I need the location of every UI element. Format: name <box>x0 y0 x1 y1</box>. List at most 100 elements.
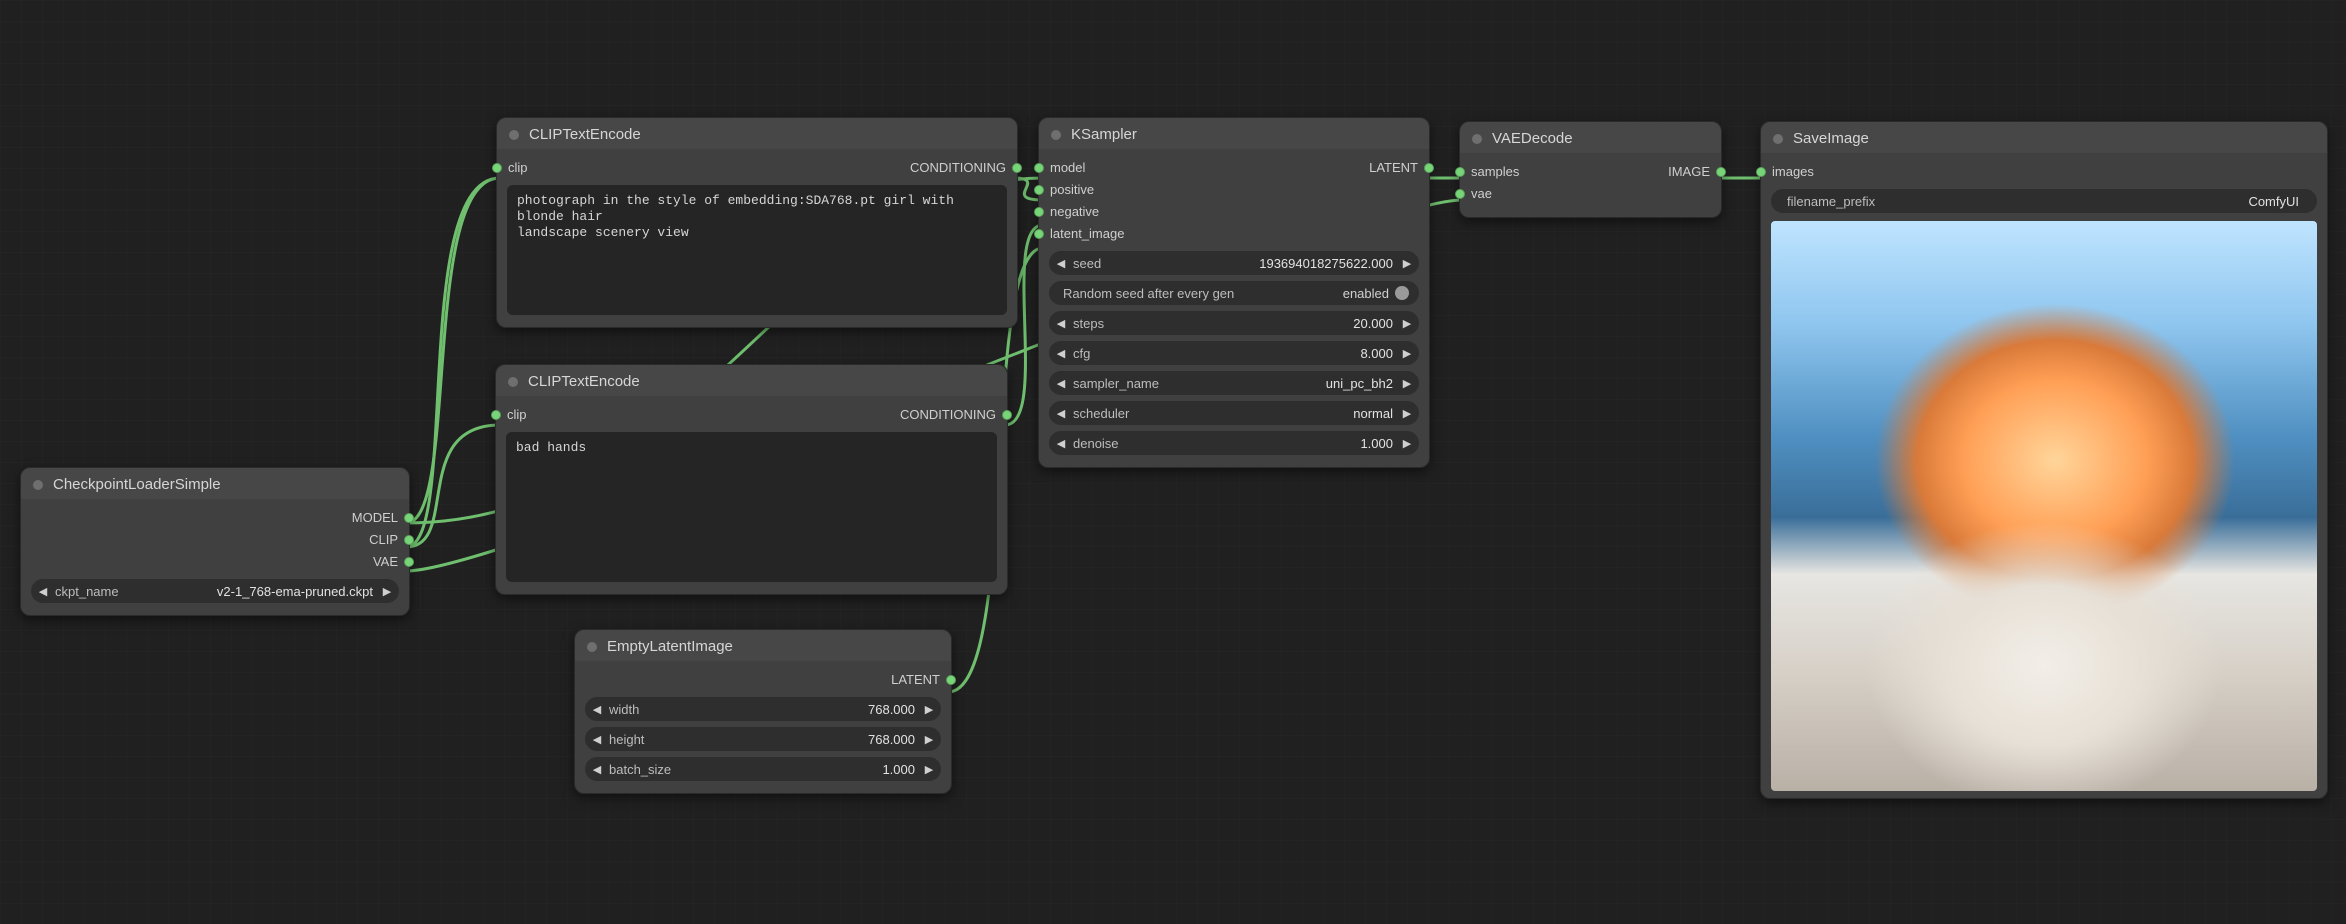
port-input-positive[interactable] <box>1034 185 1044 195</box>
chevron-left-icon[interactable]: ◀ <box>1053 317 1069 330</box>
node-header[interactable]: VAEDecode <box>1460 122 1721 153</box>
input-samples: samples <box>1471 161 1519 183</box>
port-output-vae[interactable] <box>404 557 414 567</box>
port-output-latent[interactable] <box>946 675 956 685</box>
chevron-right-icon[interactable]: ▶ <box>1399 347 1415 360</box>
node-header[interactable]: CLIPTextEncode <box>497 118 1017 149</box>
ckpt-name-value: v2-1_768-ema-pruned.ckpt <box>119 584 379 599</box>
node-title: CLIPTextEncode <box>529 126 641 143</box>
node-clip-text-encode-positive[interactable]: CLIPTextEncode clip CONDITIONING photogr… <box>496 117 1018 328</box>
output-image: IMAGE <box>1668 161 1710 183</box>
port-input-vae[interactable] <box>1455 189 1465 199</box>
chevron-right-icon[interactable]: ▶ <box>379 585 395 598</box>
output-conditioning: CONDITIONING <box>900 404 996 426</box>
port-input-images[interactable] <box>1756 167 1766 177</box>
random-seed-toggle[interactable]: Random seed after every gen enabled <box>1049 281 1419 305</box>
node-title: KSampler <box>1071 126 1137 143</box>
cfg-label: cfg <box>1069 346 1090 361</box>
chevron-left-icon[interactable]: ◀ <box>589 703 605 716</box>
collapse-dot-icon[interactable] <box>508 377 518 387</box>
scheduler-widget[interactable]: ◀ scheduler normal ▶ <box>1049 401 1419 425</box>
node-header[interactable]: KSampler <box>1039 118 1429 149</box>
output-vae: VAE <box>373 551 398 573</box>
chevron-left-icon[interactable]: ◀ <box>1053 407 1069 420</box>
node-vae-decode[interactable]: VAEDecode samples IMAGE vae <box>1459 121 1722 218</box>
sampler-name-value: uni_pc_bh2 <box>1159 376 1399 391</box>
chevron-right-icon[interactable]: ▶ <box>921 703 937 716</box>
collapse-dot-icon[interactable] <box>1472 134 1482 144</box>
port-input-samples[interactable] <box>1455 167 1465 177</box>
input-images: images <box>1772 161 1814 183</box>
node-checkpoint-loader-simple[interactable]: CheckpointLoaderSimple MODEL CLIP VAE ◀ … <box>20 467 410 616</box>
sampler-name-widget[interactable]: ◀ sampler_name uni_pc_bh2 ▶ <box>1049 371 1419 395</box>
ckpt-name-label: ckpt_name <box>51 584 119 599</box>
port-output-conditioning[interactable] <box>1012 163 1022 173</box>
chevron-left-icon[interactable]: ◀ <box>35 585 51 598</box>
chevron-left-icon[interactable]: ◀ <box>1053 347 1069 360</box>
node-empty-latent-image[interactable]: EmptyLatentImage LATENT ◀ width 768.000 … <box>574 629 952 794</box>
seed-widget[interactable]: ◀ seed 193694018275622.000 ▶ <box>1049 251 1419 275</box>
port-output-latent[interactable] <box>1424 163 1434 173</box>
node-header[interactable]: EmptyLatentImage <box>575 630 951 661</box>
random-seed-label: Random seed after every gen <box>1059 286 1234 301</box>
chevron-right-icon[interactable]: ▶ <box>1399 377 1415 390</box>
prompt-text[interactable]: photograph in the style of embedding:SDA… <box>507 185 1007 315</box>
toggle-knob-icon[interactable] <box>1395 286 1409 300</box>
node-title: CheckpointLoaderSimple <box>53 476 221 493</box>
chevron-right-icon[interactable]: ▶ <box>921 763 937 776</box>
input-positive: positive <box>1050 179 1094 201</box>
filename-prefix-widget[interactable]: filename_prefix ComfyUI <box>1771 189 2317 213</box>
port-input-negative[interactable] <box>1034 207 1044 217</box>
collapse-dot-icon[interactable] <box>33 480 43 490</box>
node-clip-text-encode-negative[interactable]: CLIPTextEncode clip CONDITIONING bad han… <box>495 364 1008 595</box>
node-header[interactable]: CheckpointLoaderSimple <box>21 468 409 499</box>
port-output-conditioning[interactable] <box>1002 410 1012 420</box>
port-output-model[interactable] <box>404 513 414 523</box>
port-input-model[interactable] <box>1034 163 1044 173</box>
chevron-right-icon[interactable]: ▶ <box>1399 407 1415 420</box>
output-model: MODEL <box>352 507 398 529</box>
steps-label: steps <box>1069 316 1104 331</box>
chevron-left-icon[interactable]: ◀ <box>589 763 605 776</box>
cfg-widget[interactable]: ◀ cfg 8.000 ▶ <box>1049 341 1419 365</box>
node-header[interactable]: SaveImage <box>1761 122 2327 153</box>
chevron-left-icon[interactable]: ◀ <box>1053 257 1069 270</box>
collapse-dot-icon[interactable] <box>1051 130 1061 140</box>
port-input-latent-image[interactable] <box>1034 229 1044 239</box>
collapse-dot-icon[interactable] <box>587 642 597 652</box>
steps-value: 20.000 <box>1104 316 1399 331</box>
batch-size-label: batch_size <box>605 762 671 777</box>
port-output-clip[interactable] <box>404 535 414 545</box>
input-clip: clip <box>507 404 527 426</box>
height-widget[interactable]: ◀ height 768.000 ▶ <box>585 727 941 751</box>
input-latent-image: latent_image <box>1050 223 1124 245</box>
ckpt-name-widget[interactable]: ◀ ckpt_name v2-1_768-ema-pruned.ckpt ▶ <box>31 579 399 603</box>
chevron-left-icon[interactable]: ◀ <box>1053 377 1069 390</box>
steps-widget[interactable]: ◀ steps 20.000 ▶ <box>1049 311 1419 335</box>
denoise-widget[interactable]: ◀ denoise 1.000 ▶ <box>1049 431 1419 455</box>
port-output-image[interactable] <box>1716 167 1726 177</box>
input-vae: vae <box>1471 183 1492 205</box>
chevron-right-icon[interactable]: ▶ <box>1399 257 1415 270</box>
collapse-dot-icon[interactable] <box>509 130 519 140</box>
node-title: VAEDecode <box>1492 130 1573 147</box>
input-negative: negative <box>1050 201 1099 223</box>
chevron-right-icon[interactable]: ▶ <box>921 733 937 746</box>
prompt-text-widget[interactable]: bad hands <box>506 432 997 582</box>
node-save-image[interactable]: SaveImage images filename_prefix ComfyUI <box>1760 121 2328 799</box>
chevron-right-icon[interactable]: ▶ <box>1399 317 1415 330</box>
node-title: CLIPTextEncode <box>528 373 640 390</box>
width-widget[interactable]: ◀ width 768.000 ▶ <box>585 697 941 721</box>
port-input-clip[interactable] <box>491 410 501 420</box>
prompt-text[interactable]: bad hands <box>506 432 997 582</box>
prompt-text-widget[interactable]: photograph in the style of embedding:SDA… <box>507 185 1007 315</box>
chevron-left-icon[interactable]: ◀ <box>589 733 605 746</box>
node-ksampler[interactable]: KSampler model LATENT positive negative … <box>1038 117 1430 468</box>
chevron-left-icon[interactable]: ◀ <box>1053 437 1069 450</box>
collapse-dot-icon[interactable] <box>1773 134 1783 144</box>
node-header[interactable]: CLIPTextEncode <box>496 365 1007 396</box>
chevron-right-icon[interactable]: ▶ <box>1399 437 1415 450</box>
port-input-clip[interactable] <box>492 163 502 173</box>
batch-size-widget[interactable]: ◀ batch_size 1.000 ▶ <box>585 757 941 781</box>
random-seed-value: enabled <box>1343 286 1389 301</box>
